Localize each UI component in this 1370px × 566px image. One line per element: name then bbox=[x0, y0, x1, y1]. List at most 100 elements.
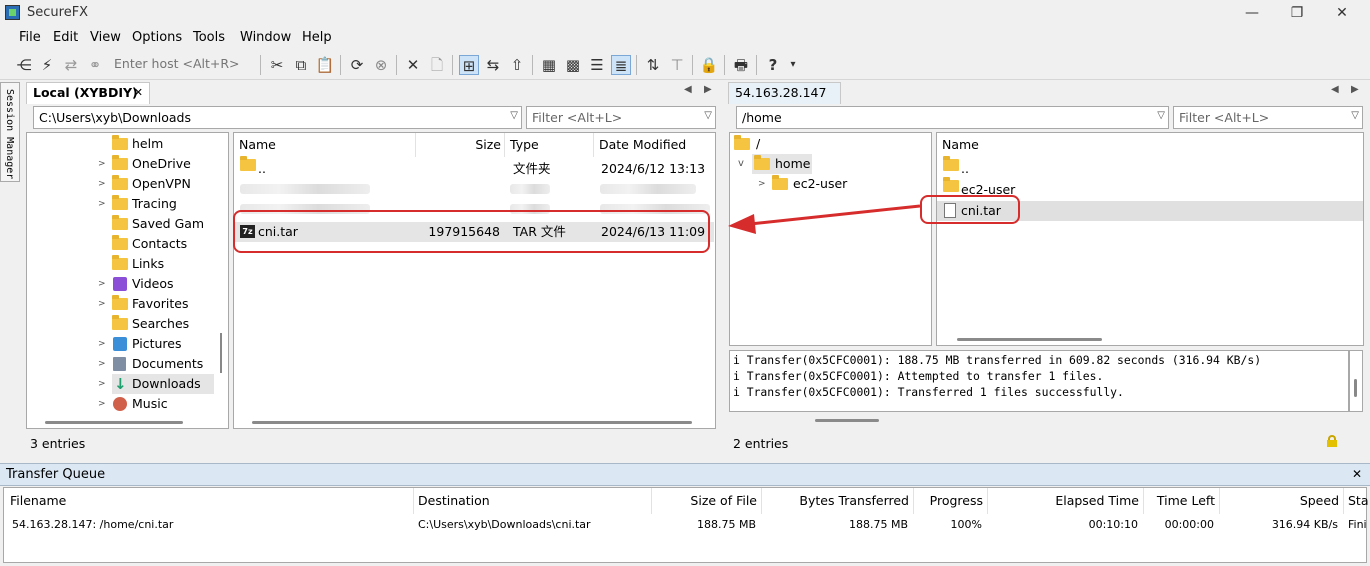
minimize-button[interactable]: — bbox=[1230, 2, 1274, 24]
tree-item-videos[interactable]: > Videos bbox=[98, 274, 222, 294]
tree-item-saved-games[interactable]: Saved Gam bbox=[112, 214, 222, 234]
file-row[interactable]: .. bbox=[937, 156, 1363, 179]
column-destination[interactable]: Destination bbox=[414, 488, 652, 514]
tree-item-helm[interactable]: helm bbox=[112, 134, 222, 154]
log-hscrollbar[interactable] bbox=[815, 419, 879, 422]
column-size[interactable]: Size bbox=[416, 133, 505, 157]
tree-item-root[interactable]: / bbox=[734, 134, 794, 154]
tab-remote[interactable]: 54.163.28.147 bbox=[728, 82, 841, 104]
tree-item-home[interactable]: v home bbox=[738, 154, 812, 174]
menu-edit[interactable]: Edit bbox=[53, 30, 78, 45]
chevron-right-icon[interactable]: > bbox=[98, 374, 106, 394]
stop-icon[interactable]: ⊗ bbox=[371, 55, 391, 75]
log-vscrollbar[interactable] bbox=[1349, 350, 1363, 412]
properties-icon[interactable]: 🗋 bbox=[427, 55, 447, 75]
remote-filter-input[interactable]: Filter <Alt+L> ▽ bbox=[1173, 106, 1363, 129]
help-icon[interactable]: ? bbox=[763, 55, 783, 75]
tree-item-music[interactable]: > Music bbox=[98, 394, 222, 414]
cut-icon[interactable]: ✂ bbox=[267, 55, 287, 75]
remote-file-list[interactable]: Name .. ec2-user cni.tar bbox=[936, 132, 1364, 346]
delete-icon[interactable]: ✕ bbox=[403, 55, 423, 75]
menu-window[interactable]: Window bbox=[240, 30, 291, 45]
tree-item-pictures[interactable]: > Pictures bbox=[98, 334, 222, 354]
remote-path-box[interactable]: /home ▽ bbox=[736, 106, 1169, 129]
log-scroll-thumb[interactable] bbox=[1354, 379, 1357, 397]
tree-item-openvpn[interactable]: > OpenVPN bbox=[98, 174, 222, 194]
tree-item-favorites[interactable]: > Favorites bbox=[98, 294, 222, 314]
up-folder-icon[interactable]: ⇧ bbox=[507, 55, 527, 75]
column-date-modified[interactable]: Date Modified bbox=[594, 133, 715, 157]
transfer-log[interactable]: i Transfer(0x5CFC0001): 188.75 MB transf… bbox=[729, 350, 1349, 412]
chevron-down-icon[interactable]: ▽ bbox=[1157, 110, 1165, 121]
remote-file-scrollbar[interactable] bbox=[957, 338, 1102, 341]
reconnect-icon[interactable]: ⇄ bbox=[61, 55, 81, 75]
list-view-icon[interactable]: ☰ bbox=[587, 55, 607, 75]
transfer-queue-table[interactable]: Filename Destination Size of File Bytes … bbox=[3, 487, 1368, 563]
tree-item-onedrive[interactable]: > OneDrive bbox=[98, 154, 222, 174]
column-time-left[interactable]: Time Left bbox=[1144, 488, 1220, 514]
menu-help[interactable]: Help bbox=[302, 30, 332, 45]
tab-scroll-right-icon[interactable]: ▶ bbox=[704, 84, 712, 95]
tab-scroll-left-icon[interactable]: ◀ bbox=[684, 84, 692, 95]
copy-icon[interactable]: ⧉ bbox=[291, 55, 311, 75]
chevron-right-icon[interactable]: > bbox=[98, 154, 106, 174]
tree-item-links[interactable]: Links bbox=[112, 254, 222, 274]
column-speed[interactable]: Speed bbox=[1220, 488, 1344, 514]
help-dropdown-icon[interactable]: ▾ bbox=[783, 55, 803, 75]
column-name[interactable]: Name bbox=[234, 133, 416, 157]
column-type[interactable]: Type bbox=[505, 133, 594, 157]
remote-folder-tree[interactable]: / v home > ec2-user bbox=[729, 132, 932, 346]
file-list-scrollbar[interactable] bbox=[252, 421, 692, 424]
chevron-right-icon[interactable]: > bbox=[98, 174, 106, 194]
connect-icon[interactable]: ⋲ bbox=[14, 55, 34, 75]
tree-item-tracing[interactable]: > Tracing bbox=[98, 194, 222, 214]
tree-item-documents[interactable]: > Documents bbox=[98, 354, 222, 374]
quick-connect-icon[interactable]: ⚡ bbox=[37, 55, 57, 75]
column-status[interactable]: Sta bbox=[1344, 488, 1368, 514]
tab-scroll-left-icon[interactable]: ◀ bbox=[1331, 84, 1339, 95]
file-row[interactable]: .. 文件夹 2024/6/12 13:13 bbox=[234, 156, 715, 179]
menu-view[interactable]: View bbox=[90, 30, 121, 45]
tab-scroll-right-icon[interactable]: ▶ bbox=[1351, 84, 1359, 95]
local-path-box[interactable]: C:\Users\xyb\Downloads ▽ bbox=[33, 106, 522, 129]
column-progress[interactable]: Progress bbox=[914, 488, 988, 514]
tab-close-icon[interactable]: ✕ bbox=[134, 86, 143, 99]
column-elapsed-time[interactable]: Elapsed Time bbox=[988, 488, 1144, 514]
tree-vscrollbar[interactable] bbox=[220, 333, 222, 373]
tree-item-searches[interactable]: Searches bbox=[112, 314, 222, 334]
column-bytes-transferred[interactable]: Bytes Transferred bbox=[762, 488, 914, 514]
menu-file[interactable]: File bbox=[19, 30, 41, 45]
enter-host-input[interactable] bbox=[111, 53, 257, 74]
lock-icon[interactable]: 🔒 bbox=[699, 55, 719, 75]
refresh-icon[interactable]: ⟳ bbox=[347, 55, 367, 75]
local-file-list[interactable]: Name Size Type Date Modified .. 文件夹 2024… bbox=[233, 132, 716, 429]
print-icon[interactable]: 🖶 bbox=[731, 55, 751, 75]
chevron-right-icon[interactable]: > bbox=[98, 334, 106, 354]
paste-icon[interactable]: 📋 bbox=[315, 55, 335, 75]
chevron-down-icon[interactable]: ▽ bbox=[704, 110, 712, 121]
maximize-button[interactable]: ❐ bbox=[1275, 2, 1319, 24]
details-view-icon[interactable]: ≣ bbox=[611, 55, 631, 75]
menu-options[interactable]: Options bbox=[132, 30, 182, 45]
chevron-right-icon[interactable]: > bbox=[758, 174, 766, 194]
tree-scrollbar[interactable] bbox=[45, 421, 183, 424]
column-filename[interactable]: Filename bbox=[4, 488, 414, 514]
chevron-right-icon[interactable]: > bbox=[98, 274, 106, 294]
disconnect-icon[interactable]: ⚭ bbox=[85, 55, 105, 75]
chevron-right-icon[interactable]: > bbox=[98, 294, 106, 314]
column-name[interactable]: Name bbox=[937, 133, 1363, 157]
chevron-right-icon[interactable]: > bbox=[98, 194, 106, 214]
chevron-down-icon[interactable]: ▽ bbox=[1351, 110, 1359, 121]
chevron-right-icon[interactable]: > bbox=[98, 394, 106, 414]
tree-item-ec2-user[interactable]: > ec2-user bbox=[758, 174, 872, 194]
tree-item-contacts[interactable]: Contacts bbox=[112, 234, 222, 254]
session-manager-tab[interactable]: Session Manager bbox=[0, 82, 20, 182]
column-size-of-file[interactable]: Size of File bbox=[652, 488, 762, 514]
chevron-down-icon[interactable]: v bbox=[738, 154, 744, 174]
close-button[interactable]: ✕ bbox=[1320, 2, 1364, 24]
sort-icon[interactable]: ⇅ bbox=[643, 55, 663, 75]
large-icons-icon[interactable]: ▦ bbox=[539, 55, 559, 75]
close-icon[interactable]: ✕ bbox=[1352, 467, 1362, 481]
local-folder-tree[interactable]: helm > OneDrive > OpenVPN > Tracing Save… bbox=[26, 132, 229, 429]
sync-browse-icon[interactable]: ⇆ bbox=[483, 55, 503, 75]
